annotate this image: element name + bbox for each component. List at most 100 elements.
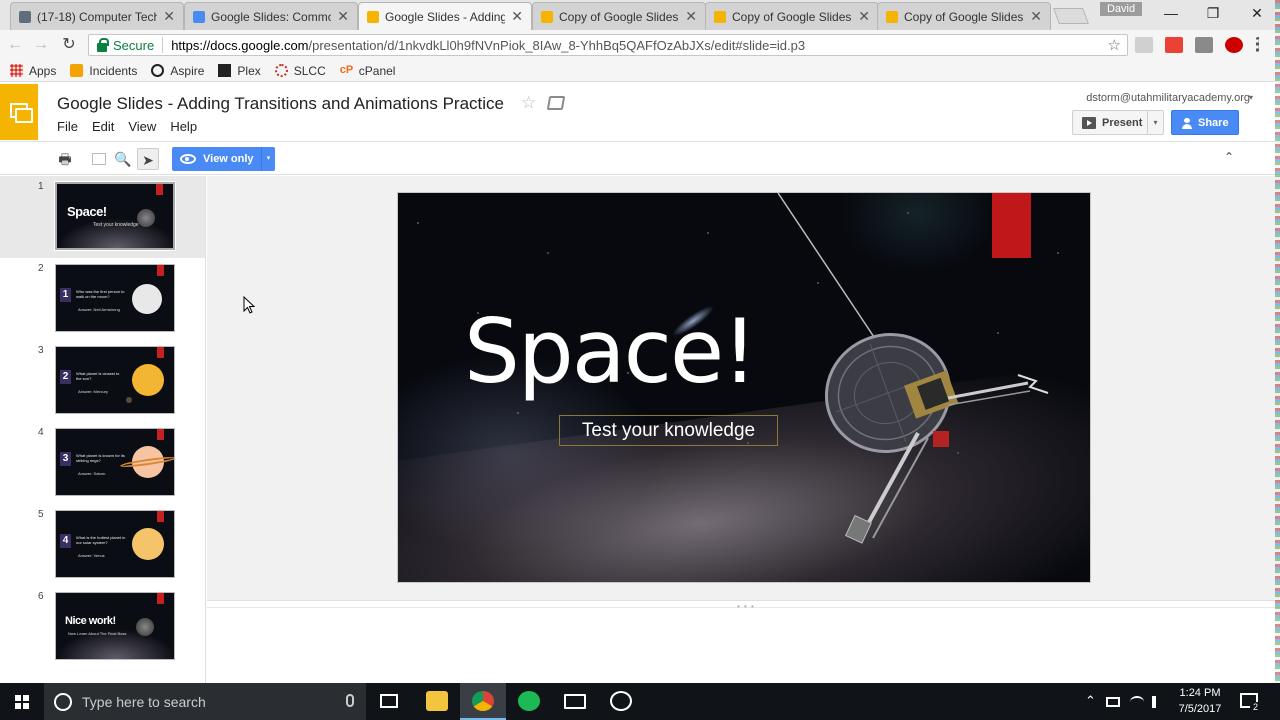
windows-logo-icon [15,695,29,709]
more-vertical-icon[interactable] [1256,37,1262,53]
menu-help[interactable]: Help [170,119,197,134]
browser-tab[interactable]: Copy of Google Slides ✕ [705,2,879,30]
microphone-icon[interactable] [346,694,354,707]
view-only-button[interactable]: View only ▾ [172,147,275,171]
minimize-icon[interactable]: — [1156,4,1186,22]
present-button[interactable]: Present ▾ [1072,110,1164,135]
slide-thumbnail[interactable]: 3 What planet is known for its striking … [55,428,175,496]
office-icon[interactable] [1165,37,1183,53]
layout-icon[interactable] [88,148,110,170]
filmstrip-slide[interactable]: 1 Space! Test your knowledge [0,176,205,258]
camera-button[interactable] [598,683,644,720]
menu-view[interactable]: View [128,119,156,134]
start-button[interactable] [0,683,44,720]
back-icon[interactable]: ← [6,36,24,54]
slide-thumbnail[interactable]: Nice work! Now Learn About The Final Bos… [55,592,175,660]
bookmark-aspire[interactable]: Aspire [151,64,204,78]
chevron-down-icon[interactable]: ▾ [1249,93,1253,102]
forward-icon[interactable]: → [32,36,50,54]
mail-button[interactable] [552,683,598,720]
reload-icon[interactable]: ↻ [60,36,78,54]
new-tab-button[interactable] [1053,8,1089,24]
extension-icon[interactable] [1135,37,1153,53]
profile-button[interactable]: David [1100,2,1142,16]
bookmark-apps[interactable]: Apps [10,64,56,78]
browser-tab[interactable]: Google Slides: Commo ✕ [184,2,358,30]
task-view-button[interactable] [366,683,412,720]
menu-file[interactable]: File [57,119,78,134]
select-cursor-icon[interactable]: ➤ [137,148,159,170]
mouse-cursor-icon [243,296,256,314]
chrome-button[interactable] [460,683,506,720]
classroom-icon [19,10,31,23]
slide-thumbnail[interactable]: 1 Who was the first person to walk on th… [55,264,175,332]
star-icon[interactable]: ☆ [521,93,536,113]
bookmark-plex[interactable]: Plex [218,64,261,78]
filmstrip-slide[interactable]: 5 4 What is the hottest planet in our so… [0,504,205,586]
present-options-icon[interactable]: ▾ [1147,111,1163,134]
filmstrip-slide[interactable]: 3 2 What planet is closest to the sun? A… [0,340,205,422]
browser-tab-active[interactable]: Google Slides - Adding ✕ [358,2,532,30]
bookmark-incidents[interactable]: Incidents [70,64,137,78]
thumb-title: Space! [67,204,107,219]
spotify-button[interactable] [506,683,552,720]
bookmark-label: Incidents [89,63,138,78]
answer-text: Answer: Mercury [78,389,109,394]
thumb-red-accent [157,429,164,440]
menu-edit[interactable]: Edit [92,119,114,134]
subtitle-textbox[interactable]: Test your knowledge [559,415,778,446]
tray-overflow-icon[interactable]: ⌃ [1085,693,1096,709]
slide-thumbnail[interactable]: 4 What is the hottest planet in our sola… [55,510,175,578]
volume-icon[interactable] [1152,696,1164,708]
url-input[interactable]: Secure https://docs.google.com/presentat… [88,34,1128,56]
collapse-icon[interactable]: ⌃ [1224,150,1234,164]
sun-image [132,364,164,396]
bookmark-slcc[interactable]: SLCC [274,64,326,78]
extension-icon[interactable] [1195,37,1213,53]
wifi-icon[interactable] [1130,696,1144,708]
browser-tab[interactable]: (17-18) Computer Tech ✕ [10,2,184,30]
share-button[interactable]: Share [1171,110,1239,135]
close-window-icon[interactable]: ✕ [1242,4,1272,22]
slide-number: 1 [38,181,44,192]
aspire-icon [151,64,165,77]
opera-icon[interactable] [1225,37,1243,53]
slide-thumbnail[interactable]: 2 What planet is closest to the sun? Ans… [55,346,175,414]
slide-title[interactable]: Space! [464,308,757,396]
close-tab-icon[interactable]: ✕ [858,8,870,25]
answer-text: Answer: Neil Armstrong [78,307,120,312]
slides-logo-icon[interactable] [0,84,38,140]
bookmark-cpanel[interactable]: cP cPanel [340,64,396,78]
restore-icon[interactable]: ❐ [1198,4,1228,22]
chevron-down-icon[interactable]: ▾ [261,147,275,171]
filmstrip-slide[interactable]: 4 3 What planet is known for its strikin… [0,422,205,504]
close-tab-icon[interactable]: ✕ [685,8,697,25]
document-title[interactable]: Google Slides - Adding Transitions and A… [57,94,504,114]
close-tab-icon[interactable]: ✕ [163,8,175,25]
thumb-title: Nice work! [65,615,116,627]
filmstrip[interactable]: 1 Space! Test your knowledge 2 1 Who was… [0,176,206,683]
zoom-icon[interactable]: 🔍 [112,148,134,170]
bookmark-star-icon[interactable]: ☆ [1108,36,1121,54]
notification-count: 2 [1250,702,1261,713]
file-explorer-button[interactable] [414,683,460,720]
speaker-notes-panel[interactable] [207,608,1280,683]
slide-thumbnail[interactable]: Space! Test your knowledge [54,181,176,251]
thumb-red-accent [157,347,164,358]
filmstrip-slide[interactable]: 2 1 Who was the first person to walk on … [0,258,205,340]
close-tab-icon[interactable]: ✕ [1030,8,1042,25]
slides-icon [367,10,379,23]
browser-tab[interactable]: Copy of Google Slides ✕ [532,2,706,30]
taskbar-search[interactable]: Type here to search [44,683,366,720]
filmstrip-slide[interactable]: 6 Nice work! Now Learn About The Final B… [0,586,205,668]
battery-icon[interactable] [1106,697,1120,707]
print-icon[interactable]: 🖶 [54,148,76,170]
close-tab-icon[interactable]: ✕ [511,8,523,25]
account-email[interactable]: dstorm@utahmilitaryacademy.org [1086,92,1250,104]
browser-tab[interactable]: Copy of Google Slides ✕ [877,2,1051,30]
close-tab-icon[interactable]: ✕ [337,8,349,25]
system-clock[interactable]: 1:24 PM 7/5/2017 [1168,685,1232,717]
drive-folder-icon[interactable] [546,96,566,110]
slide-subtitle: Test your knowledge [581,419,756,441]
current-slide[interactable]: Space! Test your knowledge [397,192,1091,583]
